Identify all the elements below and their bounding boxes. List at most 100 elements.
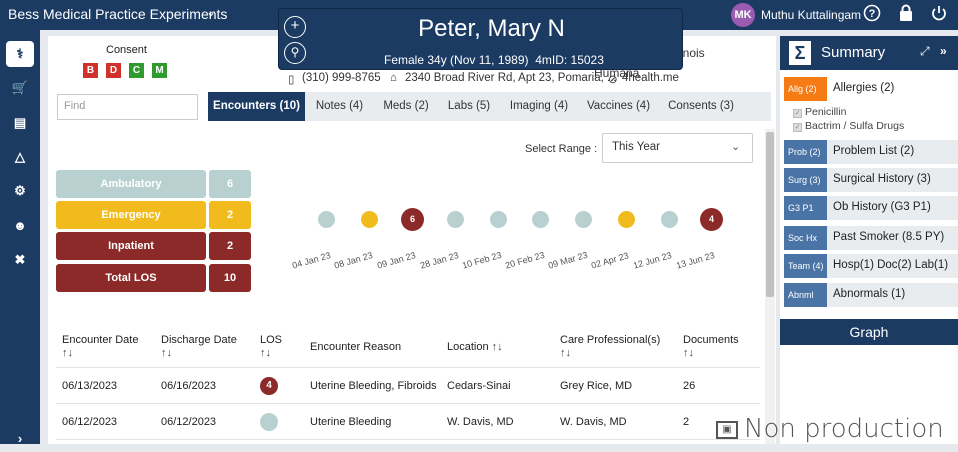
- power-icon[interactable]: [928, 4, 950, 26]
- stat-ambulatory-value[interactable]: 6: [209, 170, 251, 198]
- consent-box-b[interactable]: B: [83, 63, 98, 78]
- stat-total-los-value[interactable]: 10: [209, 264, 251, 292]
- cell-documents[interactable]: 2: [683, 416, 689, 428]
- timeline-date-label: 09 Jan 23: [376, 250, 417, 271]
- team-text: Hosp(1) Doc(2) Lab(1): [833, 259, 949, 271]
- sort-icon[interactable]: ↑↓: [560, 347, 571, 359]
- timeline-dot[interactable]: [361, 211, 378, 228]
- timeline-dot[interactable]: [490, 211, 507, 228]
- sort-icon[interactable]: ↑↓: [62, 347, 73, 359]
- stat-inpatient-label[interactable]: Inpatient: [56, 232, 206, 260]
- tab-imaging[interactable]: Imaging (4): [500, 92, 578, 121]
- timeline-date-label: 10 Feb 23: [461, 249, 503, 271]
- timeline-dot[interactable]: [575, 211, 592, 228]
- team-icon[interactable]: ☻: [6, 213, 34, 239]
- allergies-text: Allergies (2): [833, 82, 895, 94]
- stethoscope-icon[interactable]: ⚕: [6, 41, 34, 67]
- stat-inpatient-value[interactable]: 2: [209, 232, 251, 260]
- gear-icon[interactable]: ⚙: [6, 178, 34, 204]
- tab-encounters[interactable]: Encounters (10): [208, 92, 305, 121]
- col-los[interactable]: LOS ↑↓: [260, 334, 282, 360]
- help-icon[interactable]: ?: [861, 4, 883, 26]
- cell-documents[interactable]: 26: [683, 380, 695, 392]
- problem-tag: Prob (2): [784, 140, 827, 164]
- timeline-date-label: 02 Apr 23: [590, 250, 630, 271]
- cell-discharge-date[interactable]: 06/12/2023: [161, 416, 216, 428]
- summary-abnormals[interactable]: Abnml Abnormals (1): [784, 283, 958, 307]
- summary-title: Summary: [821, 44, 886, 61]
- cell-location[interactable]: Cedars-Sinai: [447, 380, 511, 392]
- stat-emergency-value[interactable]: 2: [209, 201, 251, 229]
- timeline-dot-badge[interactable]: 6: [401, 208, 424, 231]
- timeline-dot[interactable]: [661, 211, 678, 228]
- cell-discharge-date[interactable]: 06/16/2023: [161, 380, 216, 392]
- col-encounter-date[interactable]: Encounter Date ↑↓: [62, 334, 138, 360]
- stat-emergency-label[interactable]: Emergency: [56, 201, 206, 229]
- flask-icon[interactable]: △: [6, 144, 34, 170]
- clipboard-icon[interactable]: ▤: [6, 110, 34, 136]
- consent-box-d[interactable]: D: [106, 63, 121, 78]
- tab-consents[interactable]: Consents (3): [659, 92, 743, 121]
- patient-mid: 4mID: 15023: [535, 53, 604, 67]
- timeline-dot[interactable]: [447, 211, 464, 228]
- cell-professional[interactable]: W. Davis, MD: [560, 416, 627, 428]
- col-discharge-date[interactable]: Discharge Date ↑↓: [161, 334, 237, 360]
- sort-icon[interactable]: ↑↓: [260, 347, 271, 359]
- sort-icon[interactable]: ↑↓: [492, 341, 503, 353]
- col-header-text: Encounter Date: [62, 334, 139, 346]
- expand-icon[interactable]: ⤢: [920, 44, 930, 59]
- cell-professional[interactable]: Grey Rice, MD: [560, 380, 632, 392]
- patient-address: 2340 Broad River Rd, Apt 23, Pomaria, ..…: [405, 72, 617, 84]
- timeline-dot-badge[interactable]: 4: [700, 208, 723, 231]
- cell-reason[interactable]: Uterine Bleeding, Fibroids: [310, 380, 437, 392]
- col-care-professional[interactable]: Care Professional(s) ↑↓: [560, 334, 660, 360]
- collapse-panel-icon[interactable]: »: [940, 44, 947, 58]
- user-avatar[interactable]: MK: [731, 3, 755, 27]
- cart-icon[interactable]: 🛒: [6, 75, 34, 101]
- consent-label: Consent: [106, 44, 147, 56]
- chevron-down-icon[interactable]: ⌄: [206, 5, 216, 19]
- lock-icon[interactable]: [895, 4, 917, 26]
- cell-encounter-date[interactable]: 06/12/2023: [62, 416, 117, 428]
- ob-tag: G3 P1: [784, 196, 827, 220]
- scrollbar-thumb[interactable]: [766, 132, 774, 297]
- summary-care-team[interactable]: Team (4) Hosp(1) Doc(2) Lab(1): [784, 254, 958, 278]
- stat-total-los-label[interactable]: Total LOS: [56, 264, 206, 292]
- practice-title[interactable]: Bess Medical Practice Experiments: [8, 6, 227, 22]
- summary-social-history[interactable]: Soc Hx Past Smoker (8.5 PY): [784, 226, 958, 250]
- tab-labs[interactable]: Labs (5): [438, 92, 500, 121]
- timeline-dot[interactable]: [318, 211, 335, 228]
- sort-icon[interactable]: ↑↓: [161, 347, 172, 359]
- summary-surgical-history[interactable]: Surg (3) Surgical History (3): [784, 168, 958, 192]
- cell-reason[interactable]: Uterine Bleeding: [310, 416, 391, 428]
- timeline-dot[interactable]: [532, 211, 549, 228]
- user-name[interactable]: Muthu Kuttalingam: [761, 8, 861, 22]
- cell-location[interactable]: W. Davis, MD: [447, 416, 514, 428]
- tab-meds[interactable]: Meds (2): [374, 92, 438, 121]
- summary-panel: Σ Summary ⤢ » Allg (2) Allergies (2) ✓ Pe…: [780, 36, 958, 444]
- col-location[interactable]: Location ↑↓: [447, 341, 503, 354]
- consent-box-c[interactable]: C: [129, 63, 144, 78]
- cell-encounter-date[interactable]: 06/13/2023: [62, 380, 117, 392]
- stat-ambulatory-label[interactable]: Ambulatory: [56, 170, 206, 198]
- expand-nav-icon[interactable]: ›: [6, 426, 34, 452]
- range-label: Select Range :: [525, 143, 598, 155]
- summary-allergies[interactable]: Allg (2) Allergies (2) ✓ Penicillin ✓ Bact…: [784, 77, 958, 132]
- timeline-date-label: 13 Jun 23: [675, 250, 716, 271]
- timeline-dot[interactable]: [618, 211, 635, 228]
- col-documents[interactable]: Documents ↑↓: [683, 334, 739, 360]
- los-badge[interactable]: [260, 413, 278, 431]
- consent-box-m[interactable]: M: [152, 63, 167, 78]
- graph-section-header[interactable]: Graph: [780, 319, 958, 345]
- tab-vaccines[interactable]: Vaccines (4): [578, 92, 659, 121]
- tools-icon[interactable]: ✖: [6, 247, 34, 273]
- sort-icon[interactable]: ↑↓: [683, 347, 694, 359]
- phone-icon: ▯: [288, 74, 295, 86]
- search-input[interactable]: Find: [57, 94, 198, 120]
- chevron-down-icon[interactable]: ⌄: [731, 140, 740, 153]
- los-badge[interactable]: 4: [260, 377, 278, 395]
- summary-problem-list[interactable]: Prob (2) Problem List (2): [784, 140, 958, 164]
- tab-notes[interactable]: Notes (4): [305, 92, 374, 121]
- search-icon[interactable]: ⚲: [284, 42, 306, 64]
- summary-ob-history[interactable]: G3 P1 Ob History (G3 P1): [784, 196, 958, 220]
